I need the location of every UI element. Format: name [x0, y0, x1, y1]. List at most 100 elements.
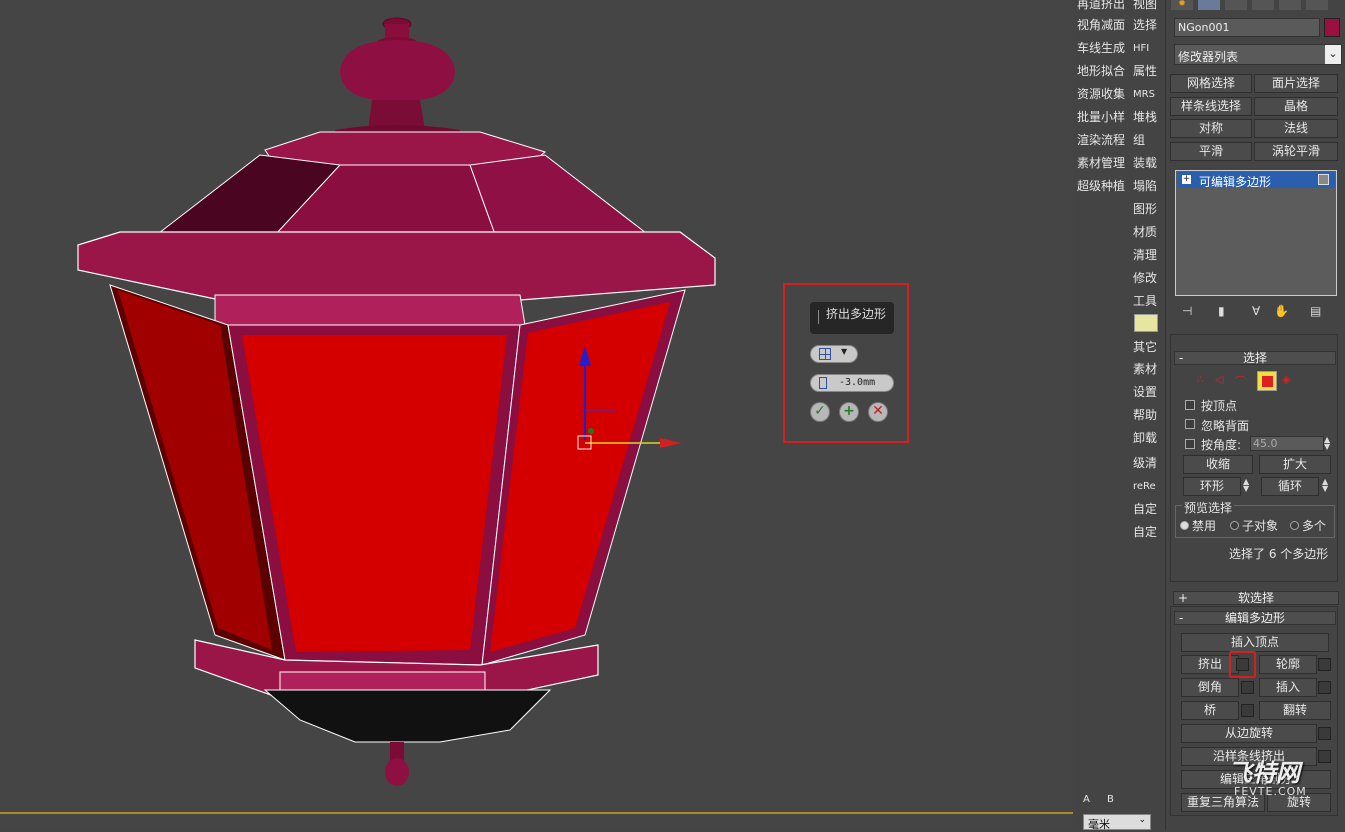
ok-button[interactable]: ✓ — [810, 402, 830, 422]
tool-item[interactable]: 工具 — [1133, 291, 1160, 312]
tool-item[interactable]: 堆栈 — [1133, 107, 1160, 128]
spline-select-button[interactable]: 样条线选择 — [1170, 97, 1252, 116]
object-name-field[interactable]: NGon001 — [1174, 18, 1320, 37]
symmetry-button[interactable]: 对称 — [1170, 119, 1252, 138]
abc-label-a[interactable]: A — [1083, 794, 1090, 805]
selection-rollout-header[interactable]: - 选择 — [1174, 351, 1336, 365]
remove-modifier-icon[interactable]: ✋ — [1274, 304, 1289, 318]
stack-item-editable-poly[interactable]: + 可编辑多边形 — [1177, 172, 1335, 189]
expand-icon[interactable]: + — [1182, 175, 1191, 184]
inset-button[interactable]: 插入 — [1259, 678, 1317, 697]
tool-item[interactable]: 其它 — [1133, 337, 1160, 358]
polygon-mode-icon[interactable] — [1257, 371, 1277, 391]
loop-button[interactable]: 循环 — [1261, 477, 1319, 496]
tool-item[interactable]: 地形拟合 — [1077, 61, 1131, 82]
perspective-viewport[interactable]: 挤出多边形 ▼ -3.0mm ✓ + ✕ — [0, 0, 1073, 830]
tool-item[interactable]: MRS — [1133, 84, 1160, 105]
by-vertex-checkbox[interactable] — [1185, 400, 1195, 410]
tool-item[interactable]: 级清 — [1133, 453, 1160, 474]
flip-button[interactable]: 翻转 — [1259, 701, 1331, 720]
tool-item[interactable]: reRe — [1133, 476, 1160, 497]
unit-select[interactable]: 毫米 ⌄ — [1083, 814, 1151, 831]
bridge-button[interactable]: 桥 — [1181, 701, 1239, 720]
ignore-backfacing-checkbox[interactable] — [1185, 419, 1195, 429]
hinge-settings-icon[interactable] — [1318, 727, 1331, 740]
extrude-spline-settings-icon[interactable] — [1318, 750, 1331, 763]
modifier-list-dropdown[interactable]: 修改器列表 ⌄ — [1174, 44, 1342, 65]
extrude-height-field[interactable]: -3.0mm — [810, 374, 894, 392]
tool-item[interactable]: 资源收集 — [1077, 84, 1131, 105]
tool-item[interactable]: 自定 — [1133, 522, 1160, 543]
hinge-from-edge-button[interactable]: 从边旋转 — [1181, 724, 1317, 743]
pin-stack-icon[interactable]: ⊣ — [1182, 304, 1192, 318]
highlighted-tool-button[interactable] — [1134, 314, 1158, 332]
border-mode-icon[interactable]: ⌒ — [1235, 373, 1246, 389]
tool-item[interactable]: 再道挤出 — [1077, 0, 1131, 15]
modify-tab-icon[interactable] — [1198, 0, 1220, 10]
hierarchy-tab-icon[interactable] — [1225, 0, 1247, 10]
object-color-swatch[interactable] — [1324, 18, 1340, 37]
motion-tab-icon[interactable] — [1252, 0, 1274, 10]
smooth-button[interactable]: 平滑 — [1170, 142, 1252, 161]
spinner-arrows-icon[interactable]: ▲ ▼ — [1324, 436, 1330, 451]
apply-button[interactable]: + — [839, 402, 859, 422]
show-end-result-icon[interactable]: ▮ — [1218, 304, 1225, 318]
tool-item[interactable]: 属性 — [1133, 61, 1160, 82]
cancel-button[interactable]: ✕ — [868, 402, 888, 422]
preview-multi-radio[interactable] — [1290, 521, 1299, 530]
extrude-settings-button[interactable] — [1229, 651, 1256, 678]
tool-item[interactable]: 卸载 — [1133, 428, 1160, 449]
inset-settings-icon[interactable] — [1318, 681, 1331, 694]
tool-item[interactable]: 修改 — [1133, 268, 1160, 289]
vertex-mode-icon[interactable]: ∴ — [1197, 373, 1204, 386]
loop-spinner-icon[interactable]: ▲ ▼ — [1322, 478, 1328, 493]
tool-item[interactable]: 超级种植 — [1077, 176, 1131, 197]
configure-sets-icon[interactable]: ▤ — [1310, 304, 1321, 318]
tool-item[interactable]: 视角减面 — [1077, 15, 1131, 36]
create-tab-icon[interactable]: ✹ — [1171, 0, 1193, 10]
tool-item[interactable]: 素材管理 — [1077, 153, 1131, 174]
bevel-button[interactable]: 倒角 — [1181, 678, 1239, 697]
turbosmooth-button[interactable]: 涡轮平滑 — [1254, 142, 1338, 161]
tool-item[interactable]: 帮助 — [1133, 405, 1160, 426]
tool-item[interactable]: 图形 — [1133, 199, 1160, 220]
ring-button[interactable]: 环形 — [1183, 477, 1241, 496]
insert-vertex-button[interactable]: 插入顶点 — [1181, 633, 1329, 652]
patch-select-button[interactable]: 面片选择 — [1254, 74, 1338, 93]
modifier-stack[interactable]: + 可编辑多边形 — [1175, 170, 1337, 296]
mesh-select-button[interactable]: 网格选择 — [1170, 74, 1252, 93]
outline-button[interactable]: 轮廓 — [1259, 655, 1317, 674]
lantern-model[interactable] — [0, 0, 1073, 830]
abc-label-b[interactable]: B — [1107, 794, 1114, 805]
tool-item[interactable]: 塌陷 — [1133, 176, 1160, 197]
tool-item[interactable]: 视图 — [1133, 0, 1160, 15]
preview-subobject-radio[interactable] — [1230, 521, 1239, 530]
preview-off-radio[interactable] — [1180, 521, 1189, 530]
tool-item[interactable]: 素材 — [1133, 359, 1160, 380]
display-tab-icon[interactable] — [1279, 0, 1301, 10]
tool-item[interactable]: 车线生成 — [1077, 38, 1131, 59]
tool-item[interactable]: 清理 — [1133, 245, 1160, 266]
stack-item-toggle[interactable] — [1318, 174, 1329, 185]
shrink-button[interactable]: 收缩 — [1183, 455, 1253, 474]
tool-item[interactable]: 选择 — [1133, 15, 1160, 36]
element-mode-icon[interactable]: ◈ — [1282, 373, 1290, 386]
tool-item[interactable]: 自定 — [1133, 499, 1160, 520]
tool-item[interactable]: 装载 — [1133, 153, 1160, 174]
edit-polygons-rollout-header[interactable]: - 编辑多边形 — [1174, 611, 1336, 625]
bridge-settings-icon[interactable] — [1241, 704, 1254, 717]
by-angle-checkbox[interactable] — [1185, 439, 1195, 449]
tool-item[interactable]: 组 — [1133, 130, 1160, 151]
normal-button[interactable]: 法线 — [1254, 119, 1338, 138]
edge-mode-icon[interactable]: ◁ — [1215, 373, 1223, 386]
extrude-type-dropdown[interactable]: ▼ — [810, 345, 858, 363]
tool-item[interactable]: HFI — [1133, 38, 1160, 59]
lattice-button[interactable]: 晶格 — [1254, 97, 1338, 116]
tool-item[interactable]: 材质 — [1133, 222, 1160, 243]
soft-selection-rollout-header[interactable]: + 软选择 — [1173, 591, 1339, 605]
utilities-tab-icon[interactable] — [1306, 0, 1328, 10]
ring-spinner-icon[interactable]: ▲ ▼ — [1243, 478, 1249, 493]
outline-settings-icon[interactable] — [1318, 658, 1331, 671]
make-unique-icon[interactable]: ∀ — [1252, 304, 1260, 318]
tool-item[interactable]: 设置 — [1133, 382, 1160, 403]
